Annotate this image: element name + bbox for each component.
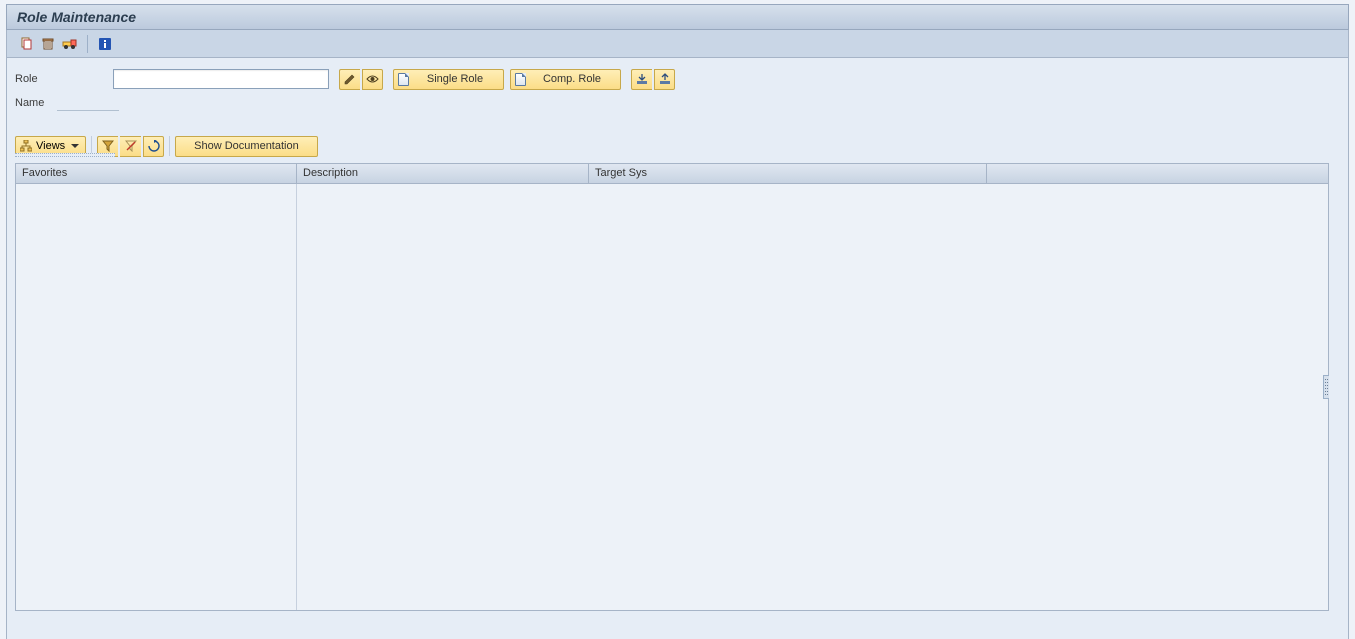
document-icon: [398, 73, 409, 86]
comp-role-label: Comp. Role: [532, 73, 612, 85]
name-label: Name: [15, 97, 55, 109]
chevron-down-icon: [71, 144, 79, 148]
favorites-pane[interactable]: [16, 184, 297, 610]
copy-icon[interactable]: [17, 35, 35, 53]
col-target-sys[interactable]: Target Sys: [589, 164, 987, 183]
single-role-label: Single Role: [415, 73, 495, 85]
hierarchy-icon: [20, 140, 32, 152]
comp-role-button[interactable]: Comp. Role: [510, 69, 621, 90]
views-label: Views: [36, 140, 65, 152]
favorites-grid: Favorites Description Target Sys: [15, 163, 1329, 611]
download-button[interactable]: [631, 69, 652, 90]
grid-header: Favorites Description Target Sys: [16, 164, 1328, 184]
info-icon[interactable]: [96, 35, 114, 53]
details-pane[interactable]: [297, 184, 1328, 610]
role-row: Role Single Role Comp. Role: [15, 68, 1340, 90]
page-title: Role Maintenance: [17, 9, 136, 25]
col-spacer: [987, 164, 1328, 183]
single-role-button[interactable]: Single Role: [393, 69, 504, 90]
toolbar-separator: [87, 35, 88, 53]
name-value: [57, 95, 119, 111]
edit-button[interactable]: [339, 69, 360, 90]
horizontal-splitter[interactable]: [15, 153, 115, 157]
transport-icon[interactable]: [61, 35, 79, 53]
app-toolbar: © www.tutorialkart.com: [6, 30, 1349, 58]
col-favorites[interactable]: Favorites: [16, 164, 297, 183]
name-row: Name: [15, 94, 1340, 112]
show-documentation-button[interactable]: Show Documentation: [175, 136, 318, 157]
col-description[interactable]: Description: [297, 164, 589, 183]
document-icon: [515, 73, 526, 86]
divider: [169, 136, 170, 156]
vertical-splitter[interactable]: [1323, 375, 1329, 399]
refresh-button[interactable]: [143, 136, 164, 157]
title-bar: Role Maintenance: [6, 4, 1349, 30]
grid-body: [16, 184, 1328, 610]
show-documentation-label: Show Documentation: [190, 140, 303, 152]
grid-toolbar: Views Show Documentation: [15, 134, 1340, 158]
clear-filter-button[interactable]: [120, 136, 141, 157]
content-area: Role Single Role Comp. Role: [6, 58, 1349, 639]
role-label: Role: [15, 73, 111, 85]
display-button[interactable]: [362, 69, 383, 90]
delete-icon[interactable]: [39, 35, 57, 53]
role-input[interactable]: [113, 69, 329, 89]
upload-button[interactable]: [654, 69, 675, 90]
